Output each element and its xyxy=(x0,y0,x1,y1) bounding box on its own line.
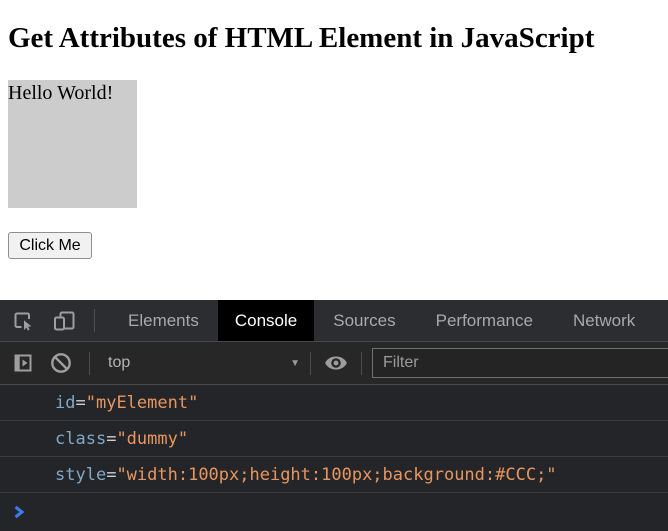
execution-context-value: top xyxy=(108,354,131,371)
attr-name: class xyxy=(55,428,107,449)
attr-name: style xyxy=(55,464,107,485)
attr-name: id xyxy=(55,392,76,413)
demo-element: Hello World! xyxy=(8,80,137,208)
equals-sign: = xyxy=(75,392,86,413)
eye-icon[interactable] xyxy=(323,351,349,375)
demo-element-text: Hello World! xyxy=(8,82,114,104)
tab-network[interactable]: Network xyxy=(556,300,652,341)
prompt-chevron-icon xyxy=(13,505,25,519)
console-sidebar-icon[interactable] xyxy=(12,352,34,374)
page-title: Get Attributes of HTML Element in JavaSc… xyxy=(8,22,595,54)
tab-network-label: Network xyxy=(572,310,636,330)
tab-console-label: Console xyxy=(234,310,298,330)
attr-value: "width:100px;height:100px;background:#CC… xyxy=(116,464,557,485)
tab-sources[interactable]: Sources xyxy=(316,300,412,341)
console-message-class[interactable]: class = "dummy" xyxy=(0,421,668,457)
tab-performance[interactable]: Performance xyxy=(419,300,550,341)
attr-value: "myElement" xyxy=(85,392,199,413)
devtools-panel: Elements Console Sources Performance Net… xyxy=(0,300,668,531)
tab-console[interactable]: Console xyxy=(217,300,315,341)
device-toolbar-icon[interactable] xyxy=(52,310,76,332)
click-me-button-label: Click Me xyxy=(19,236,81,254)
dropdown-arrow-icon: ▼ xyxy=(290,357,300,369)
devtools-tabbar: Elements Console Sources Performance Net… xyxy=(0,300,668,342)
toolbar-divider xyxy=(89,351,90,375)
execution-context-selector[interactable]: top ▼ xyxy=(92,354,310,372)
tab-sources-label: Sources xyxy=(333,310,396,330)
console-message-style[interactable]: style = "width:100px;height:100px;backgrou… xyxy=(0,457,668,493)
toolbar-divider xyxy=(310,351,311,375)
tab-elements-label: Elements xyxy=(128,310,199,330)
tabbar-divider xyxy=(94,309,95,332)
attr-value: "dummy" xyxy=(116,428,189,449)
tab-elements[interactable]: Elements xyxy=(111,300,216,341)
console-output: id = "myElement" class = "dummy" style = "widt… xyxy=(0,385,668,531)
console-prompt[interactable] xyxy=(0,493,668,531)
tab-performance-label: Performance xyxy=(435,310,533,330)
inspect-element-icon[interactable] xyxy=(12,310,34,332)
filter-input[interactable] xyxy=(372,348,668,378)
clear-console-icon[interactable] xyxy=(49,351,73,375)
toolbar-divider xyxy=(361,351,362,375)
console-toolbar: top ▼ xyxy=(0,342,668,385)
click-me-button[interactable]: Click Me xyxy=(8,232,92,259)
browser-viewport: Get Attributes of HTML Element in JavaSc… xyxy=(0,0,668,531)
console-message-id[interactable]: id = "myElement" xyxy=(0,385,668,421)
devtools-tabbar-icons xyxy=(0,300,95,341)
equals-sign: = xyxy=(106,428,117,449)
equals-sign: = xyxy=(106,464,117,485)
devtools-tabs: Elements Console Sources Performance Net… xyxy=(111,300,652,341)
